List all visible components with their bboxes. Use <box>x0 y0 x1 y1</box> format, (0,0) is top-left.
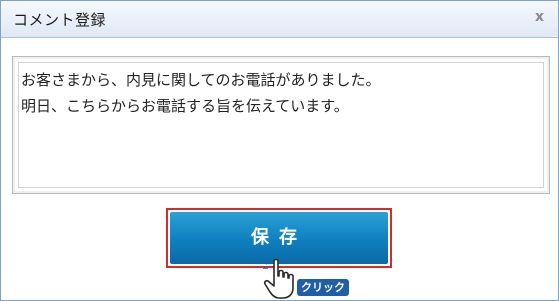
save-button[interactable]: 保存 <box>170 212 388 264</box>
comment-field-frame: お客さまから、内見に関してのお電話がありました。 明日、こちらからお電話する旨を… <box>12 56 550 194</box>
close-icon[interactable]: x <box>535 9 544 25</box>
dialog-titlebar: コメント登録 x <box>1 1 558 38</box>
comment-textarea[interactable]: お客さまから、内見に関してのお電話がありました。 明日、こちらからお電話する旨を… <box>18 62 544 188</box>
comment-line: お客さまから、内見に関してのお電話がありました。 <box>21 71 381 89</box>
hand-pointer-icon <box>262 258 294 299</box>
click-badge: クリック <box>297 279 349 296</box>
comment-line: 明日、こちらからお電話する旨を伝えています。 <box>21 97 349 115</box>
comment-dialog: コメント登録 x お客さまから、内見に関してのお電話がありました。 明日、こちら… <box>0 0 559 301</box>
dialog-title: コメント登録 <box>13 11 107 29</box>
